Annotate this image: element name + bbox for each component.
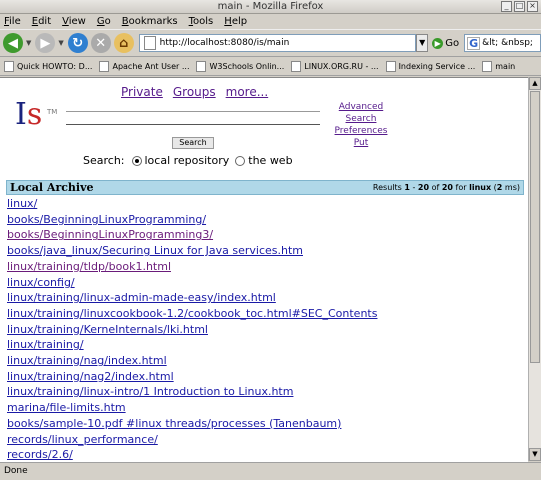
menu-bookmarks[interactable]: Bookmarks <box>122 16 178 27</box>
home-icon[interactable]: ⌂ <box>113 33 134 53</box>
result-link[interactable]: linux/config/ <box>7 275 377 291</box>
result-link[interactable]: linux/training/nag2/index.html <box>7 369 377 385</box>
back-history-dropdown[interactable]: ▼ <box>26 39 31 47</box>
bookmark-page-icon <box>291 60 302 72</box>
menu-edit[interactable]: Edit <box>32 16 51 27</box>
bookmark-page-icon <box>99 60 110 72</box>
bookmark-item[interactable]: Apache Ant User ... <box>99 60 189 72</box>
link-advanced-search[interactable]: Advanced Search <box>339 102 383 124</box>
url-dropdown-button[interactable]: ▼ <box>416 34 429 52</box>
reload-icon[interactable]: ↻ <box>67 33 88 53</box>
window-title: main - Mozilla Firefox <box>217 1 324 12</box>
window-titlebar: main - Mozilla Firefox _ □ × <box>0 0 541 14</box>
radio-local-repository[interactable] <box>131 155 142 166</box>
bookmark-page-icon <box>482 60 493 72</box>
scope-web-label[interactable]: the web <box>248 154 292 167</box>
scroll-thumb[interactable] <box>530 91 540 363</box>
back-icon[interactable]: ◀ <box>3 33 23 53</box>
bookmark-item[interactable]: W3Schools Onlin... <box>196 60 284 72</box>
minimize-button[interactable]: _ <box>501 1 512 12</box>
go-button[interactable]: ▶ Go <box>432 37 460 49</box>
menu-help[interactable]: Help <box>224 16 247 27</box>
result-link[interactable]: linux/training/tldp/book1.html <box>7 259 377 275</box>
results-summary: Results 1 - 20 of 20 for linux (2 ms) <box>372 183 520 192</box>
bookmark-page-icon <box>385 60 396 72</box>
bookmark-item[interactable]: Quick HOWTO: D... <box>4 60 92 72</box>
link-preferences[interactable]: Preferences <box>335 126 388 136</box>
result-link[interactable]: marina/file-limits.htm <box>7 400 377 416</box>
link-more[interactable]: more... <box>226 85 269 99</box>
search-button[interactable]: Search <box>172 137 214 149</box>
results-header: Local Archive Results 1 - 20 of 20 for l… <box>6 180 524 195</box>
bookmark-page-icon <box>4 60 14 72</box>
forward-icon[interactable]: ▶ <box>35 33 56 53</box>
search-query-input[interactable] <box>66 111 320 125</box>
result-link[interactable]: linux/training/nag/index.html <box>7 353 377 369</box>
result-link[interactable]: books/BeginningLinuxProgramming3/ <box>7 227 377 243</box>
page-icon <box>143 36 156 50</box>
scope-label: Search: <box>83 154 125 167</box>
google-icon[interactable]: G <box>467 36 481 50</box>
result-link[interactable]: linux/training/ <box>7 337 377 353</box>
bookmark-item[interactable]: main <box>482 60 515 72</box>
bookmark-item[interactable]: Indexing Service ... <box>385 60 475 72</box>
bookmark-page-icon <box>196 60 207 72</box>
menu-go[interactable]: Go <box>97 16 111 27</box>
result-link[interactable]: linux/training/linux-intro/1 Introductio… <box>7 384 377 400</box>
top-links: Private Groups more... <box>121 85 268 99</box>
result-link[interactable]: records/linux_performance/ <box>7 432 377 448</box>
scope-local-label[interactable]: local repository <box>145 154 230 167</box>
menu-tools[interactable]: Tools <box>189 16 214 27</box>
result-link[interactable]: linux/training/linuxcookbook-1.2/cookboo… <box>7 306 377 322</box>
forward-history-dropdown[interactable]: ▼ <box>58 39 63 47</box>
url-input[interactable] <box>159 38 405 48</box>
window-controls: _ □ × <box>501 1 538 12</box>
result-link[interactable]: books/java_linux/Securing Linux for Java… <box>7 243 377 259</box>
result-link[interactable]: records/2.6/ <box>7 447 377 462</box>
logo-letter-i: I <box>15 97 27 132</box>
result-link[interactable]: linux/ <box>7 196 377 212</box>
maximize-button[interactable]: □ <box>514 1 525 12</box>
status-text: Done <box>4 466 28 476</box>
search-scope: Search: local repository the web <box>83 154 293 167</box>
menu-view[interactable]: View <box>62 16 86 27</box>
site-logo[interactable]: Is TM <box>15 97 57 132</box>
url-bar[interactable] <box>138 34 417 52</box>
archive-title: Local Archive <box>10 181 94 194</box>
scroll-down-arrow[interactable]: ▼ <box>529 448 541 461</box>
bookmark-item[interactable]: LINUX.ORG.RU - ... <box>291 60 379 72</box>
close-button[interactable]: × <box>527 1 538 12</box>
stop-icon[interactable]: ✕ <box>90 33 111 53</box>
result-link[interactable]: books/BeginningLinuxProgramming/ <box>7 212 377 228</box>
vertical-scrollbar[interactable]: ▲ ▼ <box>528 77 541 461</box>
go-icon: ▶ <box>432 37 444 49</box>
radio-the-web[interactable] <box>235 155 246 166</box>
link-put[interactable]: Put <box>354 138 369 148</box>
logo-letter-s: s <box>26 97 43 132</box>
scroll-up-arrow[interactable]: ▲ <box>529 77 541 90</box>
link-private[interactable]: Private <box>121 85 163 99</box>
results-list: linux/ books/BeginningLinuxProgramming/ … <box>7 196 377 462</box>
link-groups[interactable]: Groups <box>173 85 216 99</box>
web-search-box[interactable]: G <box>464 34 541 52</box>
result-link[interactable]: linux/training/KerneInternals/lki.html <box>7 322 377 338</box>
go-label: Go <box>445 37 460 49</box>
status-bar: Done <box>0 462 541 480</box>
menu-file[interactable]: File <box>4 16 21 27</box>
bookmarks-toolbar: Quick HOWTO: D... Apache Ant User ... W3… <box>0 57 541 76</box>
web-search-input[interactable] <box>482 38 537 48</box>
logo-trademark: TM <box>47 108 58 116</box>
page-content: Is TM Private Groups more... Advanced Se… <box>0 77 528 462</box>
result-link[interactable]: books/sample-10.pdf #linux threads/proce… <box>7 416 377 432</box>
result-link[interactable]: linux/training/linux-admin-made-easy/ind… <box>7 290 377 306</box>
menu-bar: File Edit View Go Bookmarks Tools Help <box>0 14 541 29</box>
navigation-toolbar: ◀ ▼ ▶ ▼ ↻ ✕ ⌂ ▼ ▶ Go G <box>0 29 541 57</box>
side-links: Advanced Search Preferences Put <box>322 101 400 149</box>
